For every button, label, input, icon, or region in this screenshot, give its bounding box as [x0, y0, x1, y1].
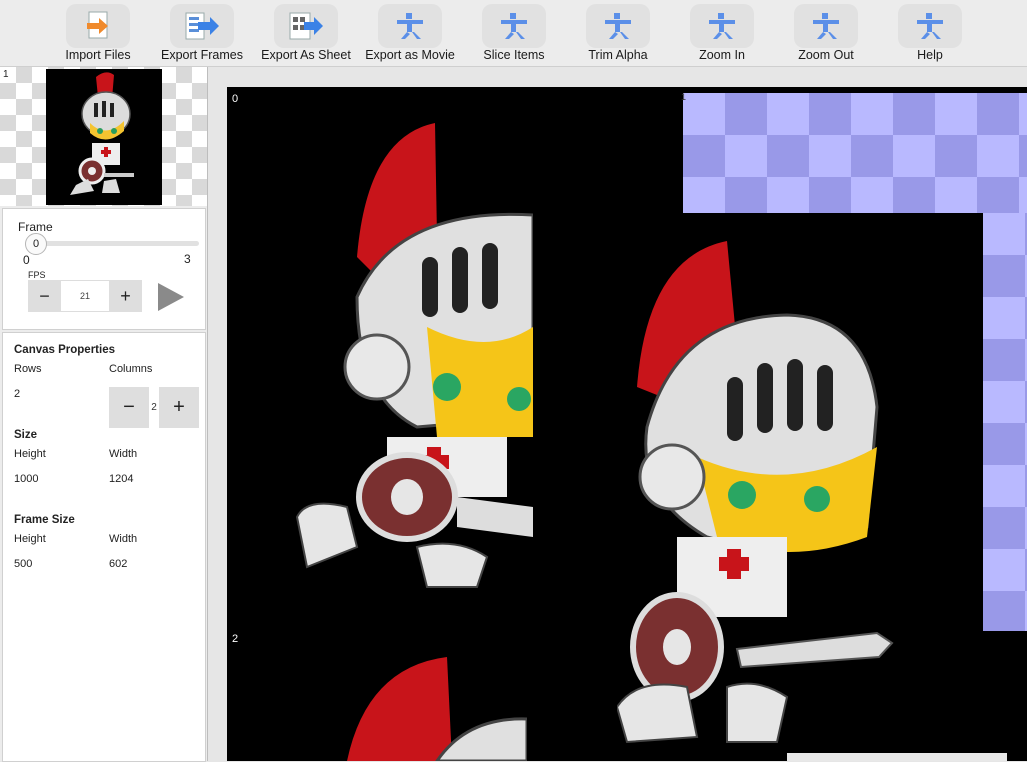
canvas-properties-title: Canvas Properties [14, 344, 115, 356]
zoom-in-icon [690, 4, 754, 48]
zoom-in-label: Zoom In [699, 48, 745, 62]
trim-alpha-button[interactable]: Trim Alpha [566, 2, 670, 64]
fps-value: 21 [79, 291, 90, 301]
columns-decrement-button[interactable]: − [109, 387, 149, 428]
sidebar: 1 Frame 0 0 3 FPS − 21 + Canvas Properti… [0, 67, 208, 762]
selected-cell-highlight [683, 93, 1027, 213]
frame-panel: Frame 0 0 3 FPS − 21 + [2, 208, 206, 330]
frame-slider-value: 0 [32, 238, 40, 250]
columns-increment-button[interactable]: + [159, 387, 199, 428]
frame-width-label: Width [109, 533, 138, 545]
help-button[interactable]: Help [878, 2, 982, 64]
knight-sprite-frame-1[interactable] [617, 237, 907, 747]
import-files-button[interactable]: Import Files [46, 2, 150, 64]
help-icon [898, 4, 962, 48]
rows-label: Rows [14, 363, 42, 375]
knight-thumbnail-image [70, 72, 134, 195]
columns-value: 2 [151, 402, 157, 413]
slider-min-label: 0 [23, 253, 30, 267]
fps-decrement-button[interactable]: − [28, 280, 61, 312]
fps-label: FPS [28, 270, 46, 280]
thumbnail-strip[interactable]: 1 [0, 67, 207, 206]
frame-slider-handle[interactable]: 0 [25, 233, 47, 255]
zoom-out-label: Zoom Out [798, 48, 854, 62]
trim-alpha-label: Trim Alpha [588, 48, 648, 62]
frame-slider-track[interactable] [27, 241, 199, 246]
cell-label-1: 1 [681, 92, 687, 102]
play-button[interactable] [155, 281, 187, 313]
play-icon [158, 283, 184, 311]
export-sheet-icon [274, 4, 338, 48]
export-frames-label: Export Frames [161, 48, 243, 62]
selected-cell-highlight-edge [983, 213, 1027, 631]
help-label: Help [917, 48, 943, 62]
size-height-value: 1000 [14, 473, 39, 485]
size-title: Size [14, 429, 38, 441]
sprite-sheet-canvas[interactable]: 0 1 2 [227, 87, 1027, 761]
export-as-movie-button[interactable]: Export as Movie [358, 2, 462, 64]
fps-input[interactable]: 21 [61, 280, 109, 312]
columns-label: Columns [109, 363, 153, 375]
frame-cell-3-edge [787, 753, 1007, 761]
cell-label-0: 0 [232, 93, 239, 105]
slice-items-label: Slice Items [483, 48, 545, 62]
toolbar: Import Files Export Frames Export As She… [0, 0, 1027, 67]
minus-icon: − [39, 285, 50, 306]
export-as-sheet-button[interactable]: Export As Sheet [254, 2, 358, 64]
zoom-out-button[interactable]: Zoom Out [774, 2, 878, 64]
frame-size-title: Frame Size [14, 514, 75, 526]
export-as-movie-label: Export as Movie [365, 48, 455, 62]
plus-icon: + [173, 396, 185, 418]
frame-height-value: 500 [14, 558, 33, 570]
size-height-label: Height [14, 448, 46, 460]
knight-sprite-frame-0[interactable] [287, 117, 533, 597]
cell-label-2: 2 [232, 633, 239, 645]
canvas-properties-panel: Canvas Properties Rows Columns 2 − 2 + S… [2, 332, 206, 762]
export-as-sheet-label: Export As Sheet [261, 48, 351, 62]
minus-icon: − [123, 396, 135, 418]
frame-width-value: 602 [109, 558, 128, 570]
thumbnail-index: 1 [3, 69, 9, 80]
plus-icon: + [120, 285, 131, 306]
size-width-label: Width [109, 448, 138, 460]
slider-max-label: 3 [184, 252, 191, 266]
export-frames-icon [170, 4, 234, 48]
slice-icon [482, 4, 546, 48]
export-frames-button[interactable]: Export Frames [150, 2, 254, 64]
zoom-in-button[interactable]: Zoom In [670, 2, 774, 64]
size-width-value: 1204 [109, 473, 134, 485]
import-files-label: Import Files [65, 48, 131, 62]
movie-icon [378, 4, 442, 48]
fps-increment-button[interactable]: + [109, 280, 142, 312]
rows-value[interactable]: 2 [14, 388, 20, 400]
zoom-out-icon [794, 4, 858, 48]
import-icon [66, 4, 130, 48]
columns-input[interactable]: 2 [149, 387, 159, 428]
frame-height-label: Height [14, 533, 46, 545]
knight-sprite-frame-2[interactable] [327, 657, 527, 761]
trim-icon [586, 4, 650, 48]
frame-label: Frame [18, 220, 53, 234]
frame-thumbnail[interactable] [46, 69, 162, 205]
slice-items-button[interactable]: Slice Items [462, 2, 566, 64]
